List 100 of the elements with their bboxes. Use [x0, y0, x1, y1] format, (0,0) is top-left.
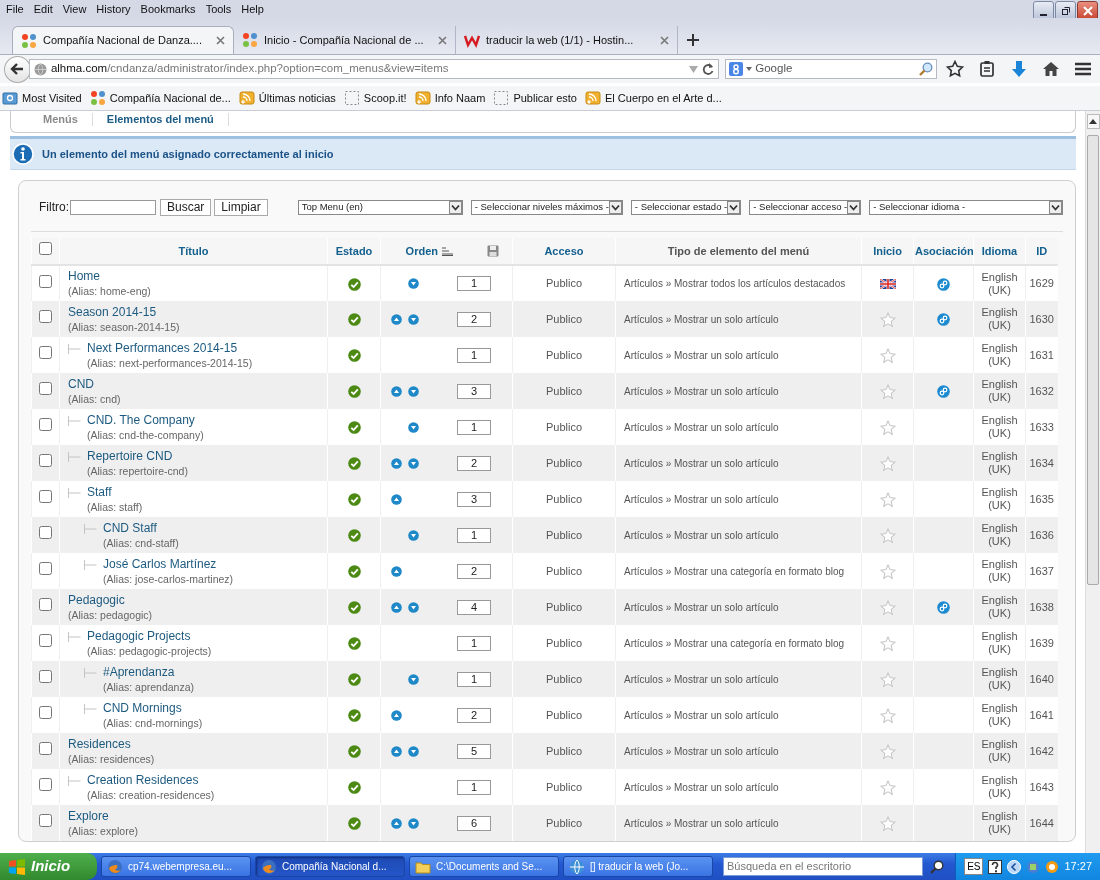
flag-icon[interactable]: [879, 279, 896, 290]
move-down-icon[interactable]: [408, 313, 419, 325]
move-down-icon[interactable]: [408, 421, 419, 433]
star-outline-icon[interactable]: [879, 383, 896, 400]
back-button[interactable]: [4, 55, 31, 83]
column-header[interactable]: ID: [1036, 244, 1048, 257]
order-field[interactable]: 1: [457, 419, 491, 435]
row-checkbox[interactable]: [39, 490, 52, 504]
row-checkbox[interactable]: [39, 418, 52, 432]
published-check-icon[interactable]: [347, 277, 361, 291]
link-icon[interactable]: [937, 601, 950, 615]
order-field[interactable]: 2: [457, 707, 491, 723]
menu-item[interactable]: Bookmarks: [138, 0, 204, 18]
star-outline-icon[interactable]: [879, 527, 896, 544]
close-button[interactable]: [1077, 1, 1098, 21]
item-title-link[interactable]: Home: [68, 269, 151, 284]
star-outline-icon[interactable]: [879, 455, 896, 472]
order-field[interactable]: 1: [457, 527, 491, 543]
column-header[interactable]: Estado: [335, 244, 373, 257]
taskbar-button[interactable]: C:\Documents and Se...: [409, 856, 559, 877]
move-down-icon[interactable]: [408, 529, 419, 541]
order-field[interactable]: 3: [457, 383, 491, 399]
order-field[interactable]: 1: [457, 635, 491, 651]
move-up-icon[interactable]: [391, 385, 402, 397]
published-check-icon[interactable]: [347, 709, 361, 723]
published-check-icon[interactable]: [347, 457, 361, 471]
item-title-link[interactable]: Explore: [68, 808, 139, 824]
save-icon[interactable]: [487, 245, 499, 257]
chevron-icon[interactable]: [1007, 859, 1022, 874]
item-title-link[interactable]: Repertoire CND: [87, 448, 188, 464]
taskbar-button[interactable]: [] traducir la web (Jo...: [563, 856, 713, 877]
published-check-icon[interactable]: [347, 673, 361, 687]
close-icon[interactable]: [438, 35, 447, 45]
star-outline-icon[interactable]: [879, 599, 896, 616]
row-checkbox[interactable]: [39, 526, 52, 540]
order-field[interactable]: 2: [457, 563, 491, 579]
row-checkbox[interactable]: [39, 382, 52, 396]
menu-item[interactable]: Tools: [203, 0, 240, 18]
move-up-icon[interactable]: [391, 745, 402, 757]
filter-dropdown[interactable]: - Seleccionar niveles máximos -: [470, 199, 623, 215]
column-header[interactable]: Título: [178, 244, 209, 257]
published-check-icon[interactable]: [347, 349, 361, 363]
row-checkbox[interactable]: [39, 670, 52, 684]
move-up-icon[interactable]: [391, 313, 402, 325]
move-down-icon[interactable]: [408, 817, 419, 829]
column-header[interactable]: Idioma: [981, 244, 1018, 257]
published-check-icon[interactable]: [347, 637, 361, 651]
column-header[interactable]: Inicio: [873, 244, 902, 257]
order-field[interactable]: 2: [457, 311, 491, 327]
order-field[interactable]: 4: [457, 599, 491, 615]
item-title-link[interactable]: #Aprendanza: [103, 664, 195, 680]
url-field[interactable]: alhma.com/cndanza/administrator/index.php?option=com_menus&view=items: [28, 59, 720, 79]
row-checkbox[interactable]: [39, 634, 52, 648]
published-check-icon[interactable]: [347, 817, 361, 831]
menu-item[interactable]: View: [60, 0, 95, 18]
order-field[interactable]: 1: [457, 671, 491, 687]
search-button[interactable]: Buscar: [160, 198, 212, 216]
order-field[interactable]: 1: [457, 779, 491, 795]
move-up-icon[interactable]: [391, 817, 402, 829]
bookmark-item[interactable]: Scoop.it!: [343, 89, 407, 107]
scroll-up-button[interactable]: [1086, 114, 1100, 129]
star-outline-icon[interactable]: [879, 815, 896, 832]
star-outline-icon[interactable]: [879, 671, 896, 688]
tray-app-icon[interactable]: [1045, 859, 1060, 874]
star-outline-icon[interactable]: [879, 635, 896, 652]
star-outline-icon[interactable]: [879, 311, 896, 328]
filter-dropdown[interactable]: - Seleccionar acceso -: [749, 199, 862, 215]
move-up-icon[interactable]: [391, 457, 402, 469]
bookmark-item[interactable]: Últimas noticias: [238, 89, 336, 107]
move-down-icon[interactable]: [408, 601, 419, 613]
column-header[interactable]: Orden: [405, 242, 438, 260]
browser-tab[interactable]: Inicio - Compañía Nacional de ...: [234, 26, 456, 54]
language-indicator[interactable]: ES: [964, 858, 984, 875]
menu-item[interactable]: Edit: [31, 0, 61, 18]
row-checkbox[interactable]: [39, 778, 52, 792]
row-checkbox[interactable]: [39, 814, 52, 828]
row-checkbox[interactable]: [39, 310, 52, 324]
row-checkbox[interactable]: [39, 346, 52, 360]
search-icon[interactable]: [918, 62, 933, 76]
restore-button[interactable]: [1055, 1, 1076, 21]
item-title-link[interactable]: Creation Residences: [87, 772, 215, 788]
close-icon[interactable]: [216, 36, 225, 45]
move-down-icon[interactable]: [408, 385, 419, 397]
item-title-link[interactable]: Pedagogic Projects: [87, 628, 212, 644]
star-outline-icon[interactable]: [879, 707, 896, 724]
menu-item[interactable]: History: [94, 0, 139, 18]
move-down-icon[interactable]: [408, 673, 419, 685]
move-up-icon[interactable]: [391, 601, 402, 613]
item-title-link[interactable]: CND Staff: [103, 520, 179, 536]
star-outline-icon[interactable]: [879, 563, 896, 580]
row-checkbox[interactable]: [39, 742, 52, 756]
published-check-icon[interactable]: [347, 421, 361, 435]
star-outline-icon[interactable]: [879, 347, 896, 364]
row-checkbox[interactable]: [39, 598, 52, 612]
item-title-link[interactable]: Season 2014-15: [68, 304, 180, 320]
help-icon[interactable]: [988, 859, 1003, 874]
minimize-button[interactable]: [1033, 1, 1054, 21]
order-field[interactable]: 3: [457, 491, 491, 507]
menu-item[interactable]: File: [4, 0, 32, 18]
order-field[interactable]: 1: [457, 347, 491, 363]
